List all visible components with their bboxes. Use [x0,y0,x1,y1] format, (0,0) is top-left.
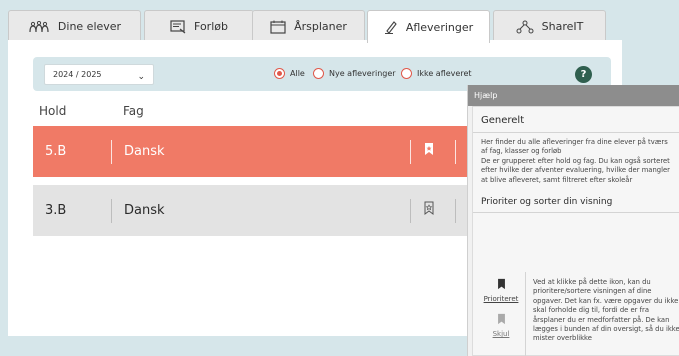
help-panel-body: Generelt Her finder du alle afleveringer… [472,106,679,356]
tab-dine-elever[interactable]: Dine elever [8,10,141,42]
school-year-select[interactable]: 2024 / 2025 ⌄ [44,64,154,85]
school-year-value: 2024 / 2025 [53,70,102,79]
pen-icon [384,21,397,34]
prioritize-label[interactable]: Prioriteret [479,295,523,303]
filter-radio-nye[interactable]: Nye afleveringer [313,68,396,79]
prioritize-icons: Prioriteret Skjul [479,272,523,338]
filter-radio-ikke-afleveret[interactable]: Ikke afleveret [401,68,472,79]
radio-button[interactable] [401,68,412,79]
bookmark-filled-icon [497,278,505,290]
divider [410,139,411,164]
bookmark-outline-icon[interactable] [424,201,434,215]
bookmark-muted-icon [497,313,505,325]
table-row[interactable]: 5.B Dansk [33,126,473,177]
help-panel-header: Hjælp [468,85,679,106]
prioritize-help: Prioriteret Skjul Ved at klikke på dette… [473,272,679,356]
help-section-text: Ved at klikke på dette ikon, kan du prio… [533,278,679,343]
divider [455,198,456,223]
tab-label: Årsplaner [294,20,347,33]
radio-label: Nye afleveringer [329,69,396,78]
radio-label: Alle [290,69,305,78]
column-header-hold: Hold [39,104,67,118]
tab-label: Dine elever [57,20,122,33]
divider [455,139,456,164]
tab-label: Afleveringer [405,20,474,34]
tab-forlob[interactable]: Forløb [144,10,254,42]
table-row[interactable]: 3.B Dansk [33,185,473,236]
share-icon [516,20,534,33]
chevron-down-icon: ⌄ [137,72,145,82]
help-panel: Hjælp Generelt Her finder du alle afleve… [467,85,679,356]
tab-label: Forløb [194,20,228,33]
tab-label: ShareIT [541,20,584,33]
radio-button[interactable] [313,68,324,79]
help-section-title: Prioriter og sorter din visning [481,197,613,208]
help-button-label: ? [580,69,587,80]
tab-bar: Dine elever Forløb Årsplaner Afleveringe… [8,10,679,43]
row-hold: 5.B [45,144,67,159]
row-hold: 3.B [45,203,67,218]
divider [410,198,411,223]
help-section-text: Her finder du alle afleveringer fra dine… [481,138,670,184]
calendar-icon [270,20,286,34]
hide-label[interactable]: Skjul [479,330,523,338]
bookmark-filled-icon[interactable] [424,142,434,156]
divider [473,212,679,214]
row-fag: Dansk [124,203,165,218]
tab-arsplaner[interactable]: Årsplaner [252,10,365,42]
tab-shareit[interactable]: ShareIT [493,10,606,42]
filter-radio-alle[interactable]: Alle [274,68,305,79]
column-header-fag: Fag [123,104,144,118]
help-section-title: Generelt [481,115,525,126]
course-icon [170,19,186,33]
row-fag: Dansk [124,144,165,159]
radio-button-selected[interactable] [274,68,285,79]
students-icon [29,20,49,32]
help-button[interactable]: ? [575,66,592,83]
tab-afleveringer[interactable]: Afleveringer [367,10,490,43]
divider [525,272,526,356]
radio-label: Ikke afleveret [417,69,472,78]
